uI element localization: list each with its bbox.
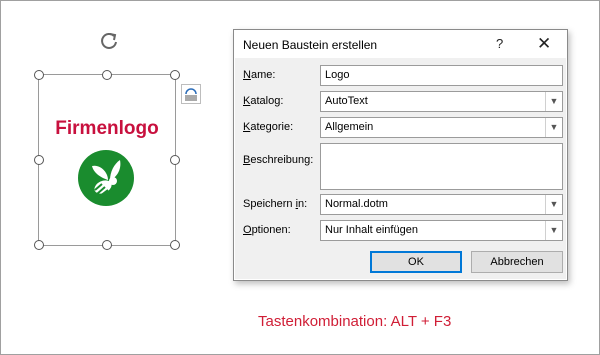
ok-button[interactable]: OK [370, 251, 462, 273]
kategorie-value: Allgemein [325, 121, 374, 133]
layout-options-icon [185, 88, 197, 101]
resize-handle-bottom-right[interactable] [170, 240, 180, 250]
layout-options-button[interactable] [181, 84, 201, 104]
dialog-body: Name: Logo Katalog: AutoText ▼ Kategorie… [235, 58, 566, 279]
optionen-select[interactable]: Nur Inhalt einfügen ▼ [320, 220, 563, 241]
chevron-down-icon[interactable]: ▼ [545, 221, 562, 240]
chevron-down-icon[interactable]: ▼ [545, 118, 562, 137]
chevron-down-icon[interactable]: ▼ [545, 195, 562, 214]
speichern-in-value: Normal.dotm [325, 198, 388, 210]
resize-handle-bottom[interactable] [102, 240, 112, 250]
katalog-select[interactable]: AutoText ▼ [320, 91, 563, 112]
resize-handle-bottom-left[interactable] [34, 240, 44, 250]
kategorie-label: Kategorie: [243, 121, 294, 133]
resize-handle-left[interactable] [34, 155, 44, 165]
katalog-label: Katalog: [243, 95, 284, 107]
beschreibung-input[interactable] [320, 143, 563, 190]
resize-handle-top-left[interactable] [34, 70, 44, 80]
name-input[interactable]: Logo [320, 65, 563, 86]
chevron-down-icon[interactable]: ▼ [545, 92, 562, 111]
resize-handle-top[interactable] [102, 70, 112, 80]
katalog-value: AutoText [325, 95, 368, 107]
create-building-block-dialog: Neuen Baustein erstellen ? ✕ Name: Logo … [233, 29, 568, 281]
speichern-in-label: Speichern in: [243, 198, 308, 210]
logo-text: Firmenlogo [55, 118, 159, 139]
help-button[interactable]: ? [496, 36, 503, 51]
resize-handle-top-right[interactable] [170, 70, 180, 80]
kategorie-select[interactable]: Allgemein ▼ [320, 117, 563, 138]
speichern-in-select[interactable]: Normal.dotm ▼ [320, 194, 563, 215]
resize-handle-right[interactable] [170, 155, 180, 165]
close-icon[interactable]: ✕ [537, 34, 551, 54]
beschreibung-label: Beschreibung: [243, 154, 314, 166]
optionen-value: Nur Inhalt einfügen [325, 224, 418, 236]
optionen-label: Optionen: [243, 224, 291, 236]
dialog-title: Neuen Baustein erstellen [243, 38, 378, 52]
cancel-button[interactable]: Abbrechen [471, 251, 563, 273]
name-label: Name: [243, 69, 276, 81]
dialog-titlebar[interactable]: Neuen Baustein erstellen ? ✕ [234, 30, 567, 58]
wasp-logo-icon [78, 150, 134, 206]
rotate-handle-icon[interactable] [96, 28, 122, 54]
shortcut-caption: Tastenkombination: ALT + F3 [258, 313, 452, 330]
